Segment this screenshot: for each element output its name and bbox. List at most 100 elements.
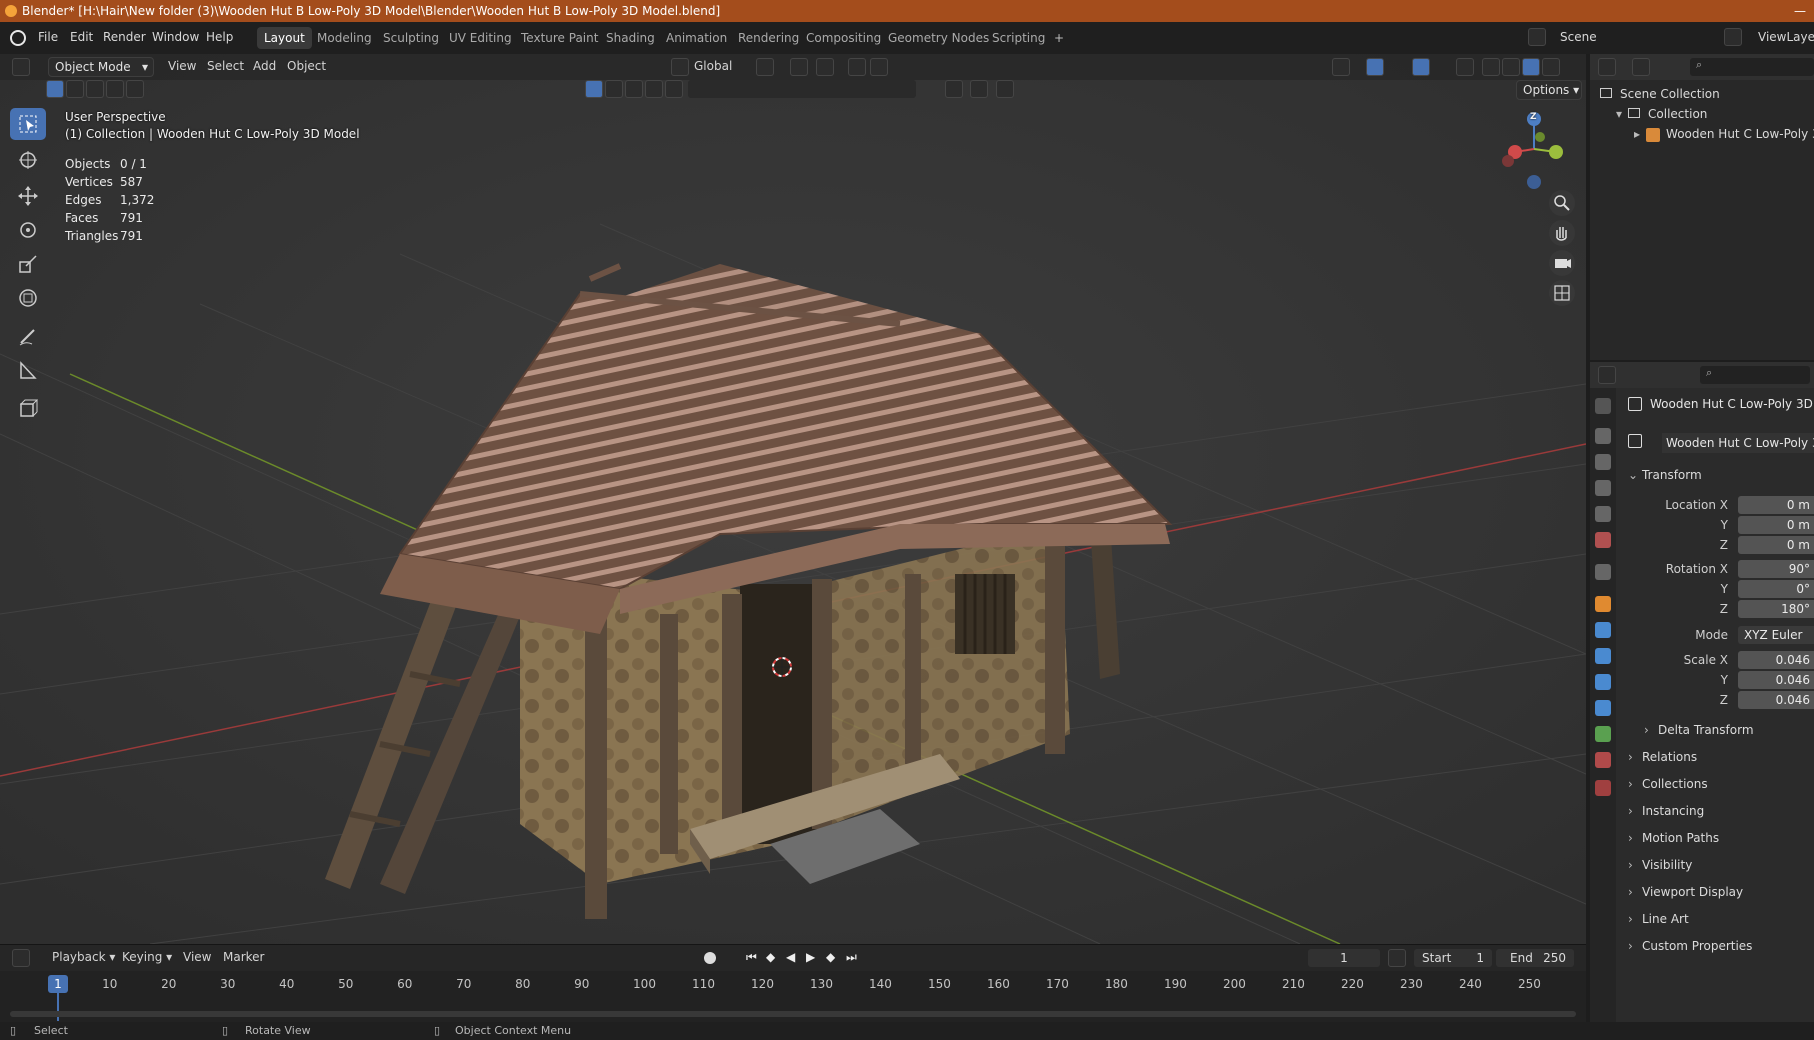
add-workspace-button[interactable]: + — [1047, 27, 1071, 49]
tab-sculpting[interactable]: Sculpting — [376, 27, 446, 49]
data-block-field[interactable]: Wooden Hut C Low-Poly 3D Model — [1662, 433, 1814, 453]
particles-tab-icon[interactable] — [1595, 648, 1611, 664]
visibility-panel[interactable]: › Visibility — [1628, 854, 1814, 876]
sort-icon[interactable] — [970, 80, 988, 98]
tab-animation[interactable]: Animation — [659, 27, 734, 49]
tab-rendering[interactable]: Rendering — [731, 27, 806, 49]
jump-start-icon[interactable]: ⏮ — [746, 950, 757, 965]
data-block-icon[interactable] — [1628, 434, 1642, 448]
select-invert-icon[interactable] — [106, 80, 124, 98]
outliner-row-collection[interactable]: ▾ Collection — [1590, 104, 1814, 124]
collections-panel[interactable]: › Collections — [1628, 773, 1814, 795]
wireframe-shading-icon[interactable] — [1482, 58, 1500, 76]
orientation-label[interactable]: Global — [694, 59, 732, 73]
tab-compositing[interactable]: Compositing — [799, 27, 888, 49]
gizmo-toggle-icon[interactable] — [1366, 58, 1384, 76]
outliner-row-object[interactable]: ▸ Wooden Hut C Low-Poly 3D Model — [1590, 124, 1814, 144]
motion-paths-panel[interactable]: › Motion Paths — [1628, 827, 1814, 849]
object-name-field[interactable]: Wooden Hut C Low-Poly 3D Model — [1650, 397, 1814, 411]
rotation-mode-dropdown[interactable]: XYZ Euler — [1738, 626, 1814, 644]
object-type-light-icon[interactable] — [625, 80, 643, 98]
outliner-editor-type-icon[interactable] — [1598, 58, 1616, 76]
physics-tab-icon[interactable] — [1595, 674, 1611, 690]
outliner-search-field[interactable]: ⌕ — [1690, 58, 1814, 76]
outliner-row-scene-collection[interactable]: Scene Collection — [1590, 84, 1814, 104]
preview-range-clock-icon[interactable] — [1388, 949, 1406, 967]
menu-edit[interactable]: Edit — [70, 30, 93, 44]
line-art-panel[interactable]: › Line Art — [1628, 908, 1814, 930]
scale-y-field[interactable]: 0.046 — [1738, 671, 1814, 689]
proportional-edit-icon[interactable] — [848, 58, 866, 76]
snap-icon[interactable] — [790, 58, 808, 76]
data-tab-icon[interactable] — [1595, 726, 1611, 742]
collection-tab-icon[interactable] — [1595, 564, 1611, 580]
tool-tab-icon[interactable] — [1595, 398, 1611, 414]
snap-target-icon[interactable] — [816, 58, 834, 76]
rotation-x-field[interactable]: 90° — [1738, 560, 1814, 578]
timeline-scrollbar[interactable] — [10, 1011, 1576, 1017]
pan-hand-icon[interactable] — [1549, 220, 1575, 246]
play-icon[interactable]: ▶ — [806, 950, 815, 964]
record-icon[interactable] — [704, 952, 716, 964]
minimize-button[interactable]: — — [1794, 0, 1806, 22]
options-dropdown[interactable]: Options ▾ — [1516, 80, 1582, 100]
relations-panel[interactable]: › Relations — [1628, 746, 1814, 768]
bookmark-icon[interactable] — [945, 80, 963, 98]
constraints-tab-icon[interactable] — [1595, 700, 1611, 716]
timeline-editor-type-icon[interactable] — [12, 949, 30, 967]
menu-help[interactable]: Help — [206, 30, 233, 44]
next-keyframe-icon[interactable]: ◆ — [826, 950, 835, 964]
material-shading-icon[interactable] — [1522, 58, 1540, 76]
menu-timeline-view[interactable]: View — [183, 950, 211, 964]
object-type-camera-icon[interactable] — [645, 80, 663, 98]
view-layer-tab-icon[interactable] — [1595, 480, 1611, 496]
world-tab-icon[interactable] — [1595, 532, 1611, 548]
rotate-tool-icon[interactable] — [10, 214, 46, 246]
location-x-field[interactable]: 0 m — [1738, 496, 1814, 514]
measure-tool-icon[interactable] — [10, 354, 46, 386]
rendered-shading-icon[interactable] — [1542, 58, 1560, 76]
cursor-tool-icon[interactable] — [10, 144, 46, 176]
object-type-mesh-icon[interactable] — [585, 80, 603, 98]
scale-z-field[interactable]: 0.046 — [1738, 691, 1814, 709]
custom-properties-panel[interactable]: › Custom Properties — [1628, 935, 1814, 957]
tab-texture-paint[interactable]: Texture Paint — [514, 27, 605, 49]
menu-object[interactable]: Object — [287, 59, 326, 73]
transform-tool-icon[interactable] — [10, 282, 46, 314]
prev-keyframe-icon[interactable]: ◆ — [766, 950, 775, 964]
display-mode-icon[interactable] — [1632, 58, 1650, 76]
3d-viewport[interactable]: Z — [0, 54, 1586, 944]
tab-modeling[interactable]: Modeling — [310, 27, 379, 49]
instancing-panel[interactable]: › Instancing — [1628, 800, 1814, 822]
falloff-icon[interactable] — [870, 58, 888, 76]
select-subtract-icon[interactable] — [86, 80, 104, 98]
menu-playback[interactable]: Playback ▾ — [52, 950, 115, 964]
tab-geometry-nodes[interactable]: Geometry Nodes — [881, 27, 996, 49]
object-type-empty-icon[interactable] — [665, 80, 683, 98]
select-extend-icon[interactable] — [66, 80, 84, 98]
object-tab-icon[interactable] — [1595, 596, 1611, 612]
viewport-display-panel[interactable]: › Viewport Display — [1628, 881, 1814, 903]
scene-tab-icon[interactable] — [1595, 506, 1611, 522]
start-frame-field[interactable]: Start 1 — [1414, 949, 1492, 967]
tab-shading[interactable]: Shading — [599, 27, 662, 49]
scene-name[interactable]: Scene — [1560, 30, 1597, 44]
scene-icon[interactable] — [1528, 28, 1546, 46]
select-box-mode-icon[interactable] — [46, 80, 64, 98]
location-z-field[interactable]: 0 m — [1738, 536, 1814, 554]
annotate-tool-icon[interactable] — [10, 320, 46, 352]
add-cube-tool-icon[interactable] — [10, 392, 46, 424]
jump-end-icon[interactable]: ⏭ — [846, 950, 857, 965]
menu-file[interactable]: File — [38, 30, 58, 44]
solid-shading-icon[interactable] — [1502, 58, 1520, 76]
scale-tool-icon[interactable] — [10, 248, 46, 280]
timeline-editor[interactable]: Playback ▾ Keying ▾ View Marker ⏮ ◆ ◀ ▶ … — [0, 944, 1586, 1022]
location-y-field[interactable]: 0 m — [1738, 516, 1814, 534]
object-mode-dropdown[interactable]: Object Mode ▾ — [48, 57, 154, 77]
pivot-point-icon[interactable] — [756, 58, 774, 76]
end-frame-field[interactable]: End 250 — [1496, 949, 1574, 967]
visibility-eye-icon[interactable] — [1332, 58, 1350, 76]
transform-panel-header[interactable]: ⌄ Transform — [1628, 464, 1814, 486]
playhead-frame-label[interactable]: 1 — [48, 975, 68, 993]
transform-orientation-icon[interactable] — [671, 58, 689, 76]
